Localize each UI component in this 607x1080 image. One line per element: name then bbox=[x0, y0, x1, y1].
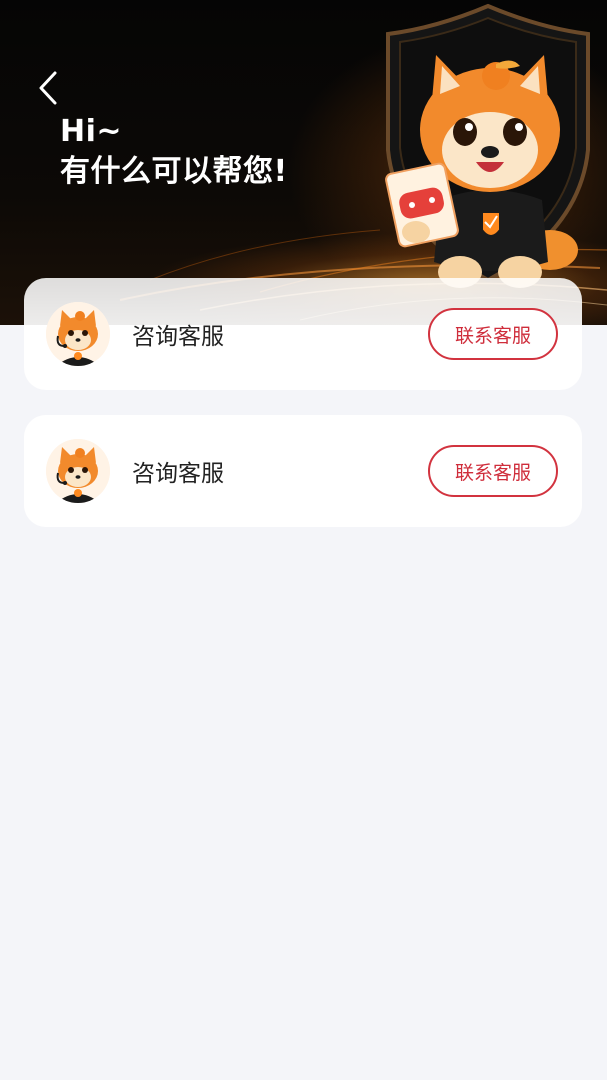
contact-service-button[interactable]: 联系客服 bbox=[428, 308, 558, 360]
back-button[interactable] bbox=[30, 66, 66, 110]
greeting-hi: Hi~ bbox=[60, 114, 123, 149]
service-title: 咨询客服 bbox=[132, 324, 224, 350]
greeting: Hi~ 有什么可以帮您! bbox=[60, 112, 288, 192]
contact-service-button[interactable]: 联系客服 bbox=[428, 445, 558, 497]
service-card: 咨询客服 联系客服 bbox=[24, 278, 582, 390]
shiba-mascot-with-shield-icon bbox=[385, 3, 590, 288]
service-card: 咨询客服 联系客服 bbox=[24, 415, 582, 527]
greeting-question: 有什么可以帮您! bbox=[60, 154, 288, 189]
service-title: 咨询客服 bbox=[132, 461, 224, 487]
hero-banner: Hi~ 有什么可以帮您! bbox=[0, 0, 607, 325]
chevron-left-icon bbox=[39, 71, 57, 105]
shiba-agent-avatar-icon bbox=[46, 439, 110, 503]
shiba-agent-avatar-icon bbox=[46, 302, 110, 366]
